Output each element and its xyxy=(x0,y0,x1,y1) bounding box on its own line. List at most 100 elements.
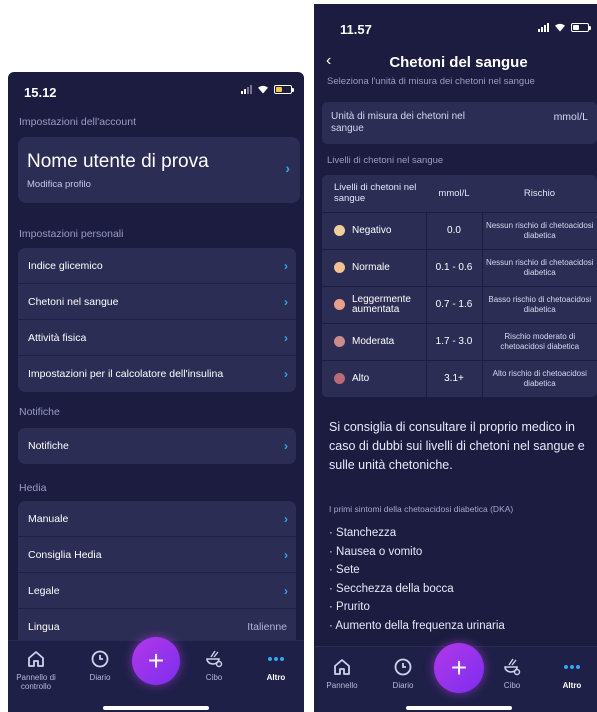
tab-label: Pannello xyxy=(326,681,358,690)
clock-icon xyxy=(91,650,109,668)
risk-cell: Nessun rischio di chetoacidosi diabetica xyxy=(481,248,597,286)
chevron-right-icon: › xyxy=(284,294,288,309)
level-color-dot xyxy=(334,336,345,347)
tab-more[interactable]: Altro xyxy=(250,649,302,682)
page-title: Chetoni del sangue xyxy=(389,54,528,71)
range-cell: 0.7 - 1.6 xyxy=(425,285,482,323)
hedia-group: Manuale › Consiglia Hedia › Legale › Lingua… xyxy=(18,501,296,645)
status-bar: 15.12 xyxy=(8,72,304,112)
table-row: Alto 3.1+ Alto rischio di chetoacidosi dia… xyxy=(322,359,597,397)
settings-item-blood-ketones[interactable]: Chetoni nel sangue › xyxy=(18,284,296,320)
home-icon xyxy=(28,651,44,667)
chevron-right-icon: › xyxy=(284,547,288,562)
settings-item-physical-activity[interactable]: Attività fisica › xyxy=(18,320,296,356)
level-color-dot xyxy=(334,225,345,236)
dka-symptoms-title: I primi sintomi della chetoacidosi diabe… xyxy=(329,504,514,514)
notifications-section-header: Notifiche xyxy=(19,406,60,418)
level-name: Alto xyxy=(352,372,370,384)
tab-label: Pannello di controllo xyxy=(16,673,56,691)
account-section-header: Impostazioni dell'account xyxy=(19,116,136,128)
home-indicator xyxy=(406,706,512,710)
risk-cell: Basso rischio di chetoacidosi diabetica xyxy=(481,285,597,323)
add-button[interactable]: + xyxy=(132,637,180,685)
tab-dashboard[interactable]: Pannello xyxy=(316,657,368,690)
level-cell: Normale xyxy=(322,248,426,286)
more-icon xyxy=(268,657,284,661)
battery-icon xyxy=(274,84,294,94)
status-time: 15.12 xyxy=(24,85,57,100)
tab-food[interactable]: Cibo xyxy=(486,657,538,690)
table-header-row: Livelli di chetoni nel sangue mmol/L Ris… xyxy=(322,175,597,213)
status-time: 11.57 xyxy=(340,22,372,37)
level-cell: Alto xyxy=(322,359,426,397)
settings-item-label: Impostazioni per il calcolatore dell'ins… xyxy=(28,368,224,380)
level-color-dot xyxy=(334,262,345,273)
tab-dashboard[interactable]: Pannello di controllo xyxy=(10,649,62,691)
chevron-right-icon: › xyxy=(284,367,288,381)
unit-selector[interactable]: Unità di misura dei chetoni nel sangue m… xyxy=(322,102,597,144)
unit-subtitle: Seleziona l'unità di misura dei chetoni … xyxy=(327,76,535,87)
personal-settings-group: Indice glicemico › Chetoni nel sangue › At… xyxy=(18,248,296,392)
level-name: Negativo xyxy=(352,224,392,236)
ketone-levels-table: Livelli di chetoni nel sangue mmol/L Ris… xyxy=(322,175,597,397)
tab-more[interactable]: Altro xyxy=(546,657,597,690)
tab-label: Altro xyxy=(266,673,286,682)
chevron-right-icon: › xyxy=(284,583,288,598)
settings-item-glycemic-index[interactable]: Indice glicemico › xyxy=(18,248,296,284)
settings-item-manual[interactable]: Manuale › xyxy=(18,501,296,537)
table-row: Moderata 1.7 - 3.0 Rischio moderato di che… xyxy=(322,322,597,360)
range-cell: 0.0 xyxy=(425,211,482,249)
wifi-icon xyxy=(554,22,566,32)
plus-icon: + xyxy=(450,652,468,683)
tab-label: Diario xyxy=(392,681,414,690)
settings-screen: 15.12 Impostazioni dell'account Nome ute… xyxy=(8,72,304,712)
personal-section-header: Impostazioni personali xyxy=(19,228,124,240)
level-cell: Negativo xyxy=(322,211,426,249)
chevron-right-icon: › xyxy=(285,160,290,176)
tab-bar: Pannello di controllo Diario + Cibo Altr… xyxy=(8,637,304,712)
chevron-right-icon: › xyxy=(284,258,288,273)
chevron-right-icon: › xyxy=(284,330,288,345)
profile-card[interactable]: Nome utente di prova Modifica profilo › xyxy=(18,137,300,203)
tab-food[interactable]: Cibo xyxy=(188,649,240,682)
settings-item-notifications[interactable]: Notifiche › xyxy=(18,428,296,464)
add-button[interactable]: + xyxy=(434,643,484,693)
settings-item-recommend[interactable]: Consiglia Hedia › xyxy=(18,537,296,573)
levels-section-header: Livelli di chetoni nel sangue xyxy=(327,155,444,166)
battery-icon xyxy=(571,22,591,32)
food-bowl-icon xyxy=(206,650,223,668)
home-indicator xyxy=(103,706,209,710)
clock-icon xyxy=(394,658,412,676)
status-icons xyxy=(241,84,294,94)
level-name: Moderata xyxy=(352,335,395,347)
edit-profile-label: Modifica profilo xyxy=(27,179,91,190)
unit-label: Unità di misura dei chetoni nel sangue xyxy=(331,111,465,134)
settings-item-legal[interactable]: Legale › xyxy=(18,573,296,609)
notifications-group: Notifiche › xyxy=(18,428,296,464)
chevron-right-icon: › xyxy=(284,511,288,526)
list-item: · Sete xyxy=(329,564,360,576)
food-bowl-icon xyxy=(504,658,521,676)
list-item: · Prurito xyxy=(329,601,370,613)
settings-item-label: Indice glicemico xyxy=(28,259,103,272)
settings-item-label: Legale xyxy=(28,584,60,597)
tab-label: Altro xyxy=(562,681,582,690)
tab-diary[interactable]: Diario xyxy=(377,657,429,690)
status-bar: 11.57 xyxy=(314,4,597,44)
wifi-icon xyxy=(257,84,269,94)
risk-cell: Alto rischio di chetoacidosi diabetica xyxy=(481,359,597,397)
tab-diary[interactable]: Diario xyxy=(74,649,126,682)
status-icons xyxy=(538,22,591,32)
home-icon xyxy=(334,659,350,675)
tab-label: Cibo xyxy=(503,681,521,690)
settings-item-label: Consiglia Hedia xyxy=(28,548,102,561)
tab-label: Diario xyxy=(89,673,111,682)
risk-cell: Nessun rischio di chetoacidosi diabetica xyxy=(481,211,597,249)
table-row: Leggermente aumentata 0.7 - 1.6 Basso risc… xyxy=(322,285,597,323)
language-value: Italienne xyxy=(247,621,287,633)
settings-item-insulin-calculator[interactable]: Impostazioni per il calcolatore dell'ins… xyxy=(18,356,296,392)
chevron-right-icon: › xyxy=(284,439,288,453)
hedia-section-header: Hedia xyxy=(19,482,47,494)
unit-value: mmol/L xyxy=(553,111,588,123)
risk-cell: Rischio moderato di chetoacidosi diabeti… xyxy=(481,322,597,360)
